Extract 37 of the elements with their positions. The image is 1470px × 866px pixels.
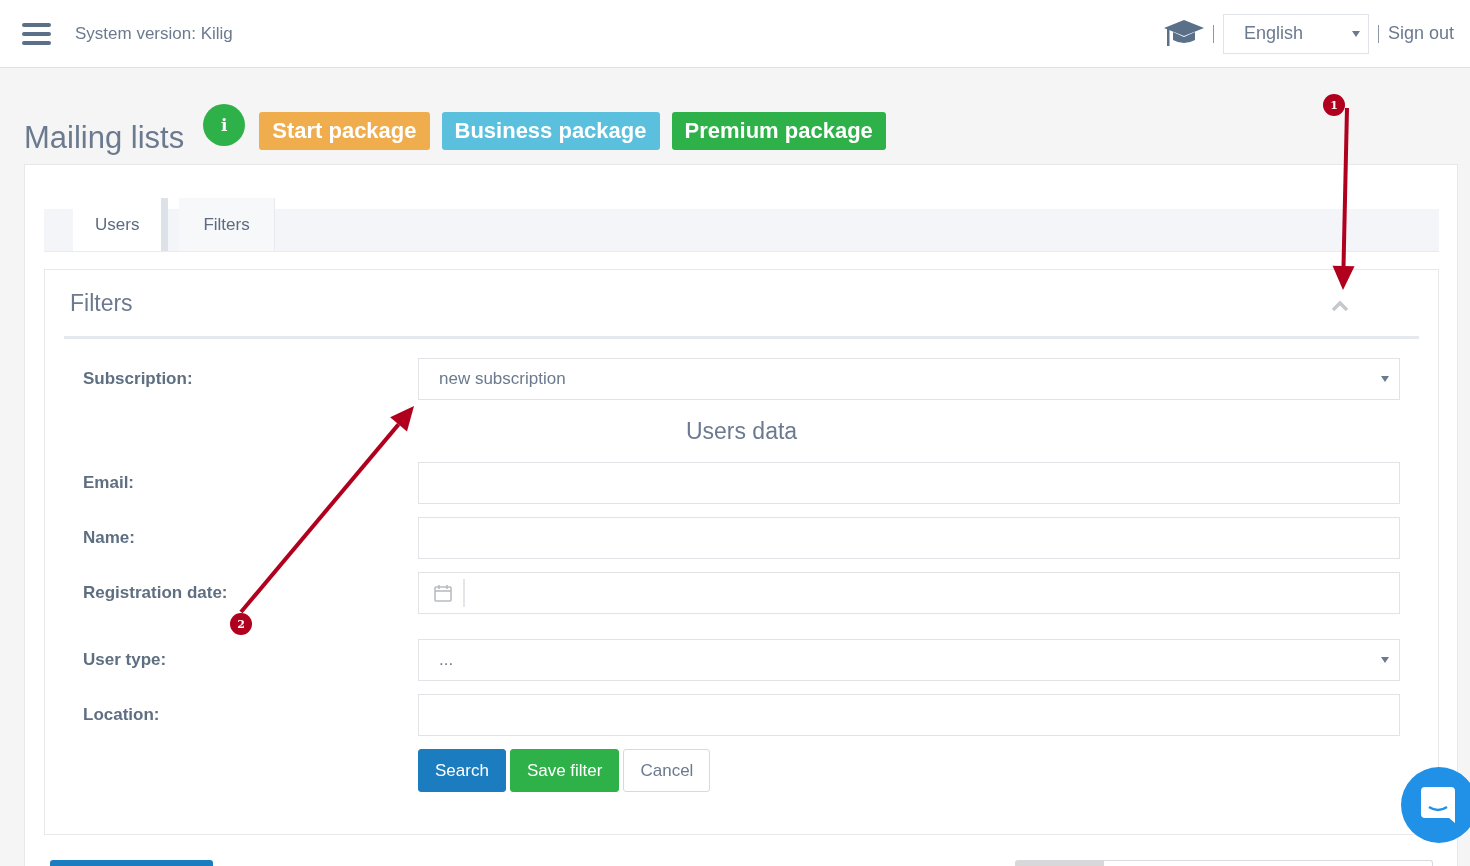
package-badge: Business package [441, 111, 660, 150]
field-label: Subscription: [83, 369, 194, 389]
caret-icon [1381, 376, 1389, 382]
page-title: Mailing lists [24, 120, 185, 156]
select-field[interactable]: new subscription [418, 358, 1400, 400]
field-label: User type: [83, 650, 168, 670]
save-button[interactable]: Save filter [509, 749, 620, 792]
calendar-icon [433, 583, 453, 603]
tab[interactable]: Filters [179, 198, 275, 251]
input-field[interactable] [418, 462, 1400, 504]
annotation-badge: 2 [230, 613, 252, 635]
annotation-badge: 1 [1323, 94, 1345, 116]
menu-icon[interactable] [22, 22, 51, 45]
input-field[interactable] [418, 517, 1400, 559]
input-field[interactable] [418, 694, 1400, 736]
info-badge[interactable]: i [203, 104, 246, 146]
caret-icon [1351, 30, 1360, 37]
caret-icon [1381, 657, 1389, 663]
sign-out-link[interactable]: Sign out [1387, 23, 1454, 44]
field-label: Location: [83, 705, 161, 725]
field-label: Registration date: [83, 583, 229, 603]
chat-icon [1421, 787, 1455, 823]
panel-title: Filters [70, 289, 133, 317]
section-heading: Users data [685, 417, 798, 445]
package-badge: Premium package [671, 111, 886, 150]
select-field[interactable]: ... [418, 639, 1400, 681]
search-button[interactable]: Search [418, 749, 506, 792]
language-select[interactable]: English [1222, 13, 1369, 54]
chevron-up-icon[interactable] [1331, 300, 1349, 312]
field-label: Email: [83, 473, 136, 493]
system-version: System version: Kilig [75, 23, 234, 44]
package-badge: Start package [259, 111, 430, 150]
date-field[interactable] [418, 572, 1400, 614]
field-label: Name: [83, 528, 136, 548]
graduation-cap-icon[interactable] [1163, 20, 1204, 47]
tab[interactable]: Users [73, 198, 169, 251]
cancel-button[interactable]: Cancel [623, 749, 711, 792]
